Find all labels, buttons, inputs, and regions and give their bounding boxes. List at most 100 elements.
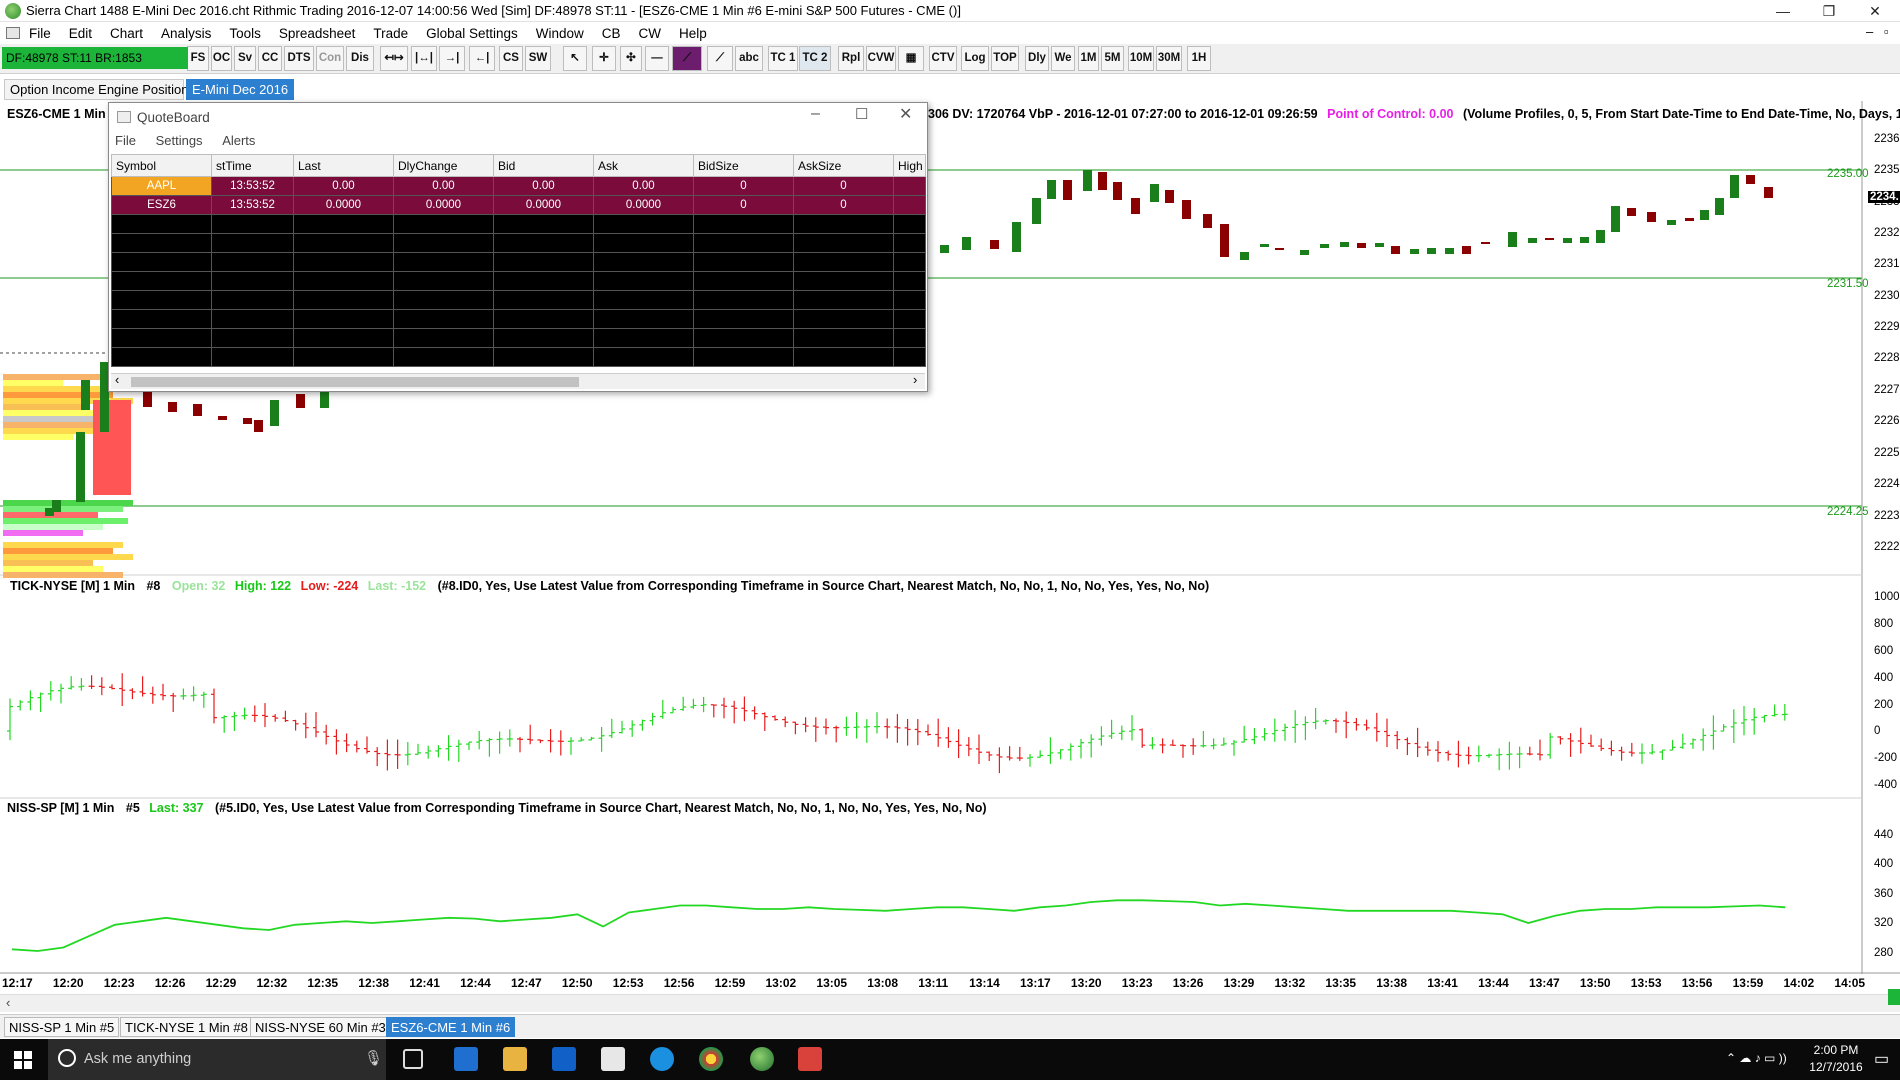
table-row[interactable]: ESZ6 13:53:52 0.0000 0.0000 0.0000 0.0000 0 0 [111,195,926,215]
menu-cw[interactable]: CW [639,22,662,43]
restore-button[interactable]: ❐ [1806,0,1852,22]
inner-minimize-button[interactable]: – [1866,24,1873,39]
toolbar-button-6[interactable]: Dis [346,46,374,71]
menu-spreadsheet[interactable]: Spreadsheet [279,22,356,43]
toolbar-button-15[interactable]: ✣ [620,46,642,71]
table-row-empty[interactable] [111,290,926,310]
table-row-empty[interactable] [111,347,926,367]
qb-col-6[interactable]: BidSize [693,154,794,177]
menu-help[interactable]: Help [679,22,707,43]
menu-analysis[interactable]: Analysis [161,22,211,43]
qb-col-2[interactable]: Last [293,154,394,177]
toolbar-button-24[interactable]: ▦ [898,46,924,71]
toolbar-button-33[interactable]: 30M [1156,46,1182,71]
microphone-icon[interactable]: 🎙 [364,1049,383,1067]
quoteboard-menu-alerts[interactable]: Alerts [222,133,255,148]
qb-col-4[interactable]: Bid [493,154,594,177]
minimize-button[interactable]: — [1760,0,1806,22]
quoteboard-menu-settings[interactable]: Settings [156,133,203,148]
table-row-empty[interactable] [111,252,926,272]
toolbar-button-27[interactable]: TOP [991,46,1019,71]
qb-col-7[interactable]: AskSize [793,154,894,177]
toolbar-button-31[interactable]: 5M [1101,46,1124,71]
quoteboard-menu-file[interactable]: File [115,133,136,148]
toolbar-button-1[interactable]: OC [211,46,232,71]
toolbar-button-34[interactable]: 1H [1187,46,1211,71]
menu-file[interactable]: File [29,22,51,43]
menu-tools[interactable]: Tools [229,22,261,43]
tab-niss-sp[interactable]: NISS-SP 1 Min #5 [4,1017,120,1037]
table-row-empty[interactable] [111,271,926,291]
quoteboard-maximize-button[interactable]: ☐ [855,105,868,123]
sierra-chart-icon[interactable] [750,1047,774,1071]
quoteboard-table[interactable]: Symbol stTime Last DlyChange Bid Ask BidSize As… [111,154,926,367]
edge-icon[interactable] [454,1047,478,1071]
clock-date[interactable]: 12/7/2016 [1806,1060,1866,1074]
tab-option-income[interactable]: Option Income Engine Positions [4,79,195,100]
tab-emini[interactable]: E-Mini Dec 2016 [186,79,295,100]
toolbar-button-2[interactable]: Sv [234,46,256,71]
toolbar-button-26[interactable]: Log [961,46,989,71]
toolbar-button-4[interactable]: DTS [284,46,314,71]
qb-col-1[interactable]: stTime [211,154,294,177]
table-row-empty[interactable] [111,214,926,234]
toolbar-button-32[interactable]: 10M [1128,46,1154,71]
table-row-empty[interactable] [111,309,926,329]
toolbar-button-9[interactable]: →|← [439,46,465,87]
toolbar-button-23[interactable]: CVW [866,46,896,71]
toolbar-button-19[interactable]: abc [735,46,763,71]
toolbar-button-7[interactable]: ↤↦ [380,46,408,71]
scroll-thumb[interactable] [1888,989,1900,1005]
toolbar-button-12[interactable]: SW [525,46,551,71]
menu-cb[interactable]: CB [602,22,621,43]
toolbar-button-14[interactable]: ✛ [592,46,616,71]
menu-chart[interactable]: Chart [110,22,143,43]
toolbar-button-25[interactable]: CTV [929,46,957,71]
quoteboard-window[interactable]: QuoteBoard – ☐ ✕ File Settings Alerts Sy… [108,102,928,392]
windows-start-icon[interactable] [14,1051,32,1069]
menu-trade[interactable]: Trade [373,22,408,43]
store-icon[interactable] [601,1047,625,1071]
toolbar-button-30[interactable]: 1M [1078,46,1099,71]
toolbar-button-17[interactable]: ⟋ [672,46,702,71]
refresh-app-icon[interactable] [650,1047,674,1071]
toolbar-button-11[interactable]: CS [499,46,523,71]
toolbar-button-5[interactable]: Con [316,46,344,71]
qb-col-5[interactable]: Ask [593,154,694,177]
toolbar-button-18[interactable]: ⟋ [707,46,733,71]
toolbar-button-3[interactable]: CC [258,46,282,71]
toolbar-button-13[interactable]: ↖ [563,46,587,71]
tab-esz6-cme[interactable]: ESZ6-CME 1 Min #6 [386,1017,516,1037]
search-box[interactable]: Ask me anything 🎙 [48,1039,386,1080]
clock-time[interactable]: 2:00 PM [1806,1043,1866,1057]
qb-col-8[interactable]: High [893,154,926,177]
toolbar-button-0[interactable]: FS [187,46,209,71]
qb-col-0[interactable]: Symbol [111,154,212,177]
table-row-empty[interactable] [111,328,926,348]
close-button[interactable]: ✕ [1852,0,1898,22]
toolbar-button-21[interactable]: TC 2 [799,46,831,71]
toolbar-button-28[interactable]: Dly [1025,46,1049,71]
qb-col-3[interactable]: DlyChange [393,154,494,177]
table-row-empty[interactable] [111,233,926,253]
toolbar-button-29[interactable]: We [1051,46,1075,71]
menu-edit[interactable]: Edit [69,22,92,43]
tab-tick-nyse[interactable]: TICK-NYSE 1 Min #8 [120,1017,253,1037]
qb-scroll-left-icon[interactable]: ‹ [115,372,119,387]
scroll-left-icon[interactable]: ‹ [6,995,10,1010]
inner-restore-button[interactable]: ▫ [1884,24,1889,39]
quoteboard-close-button[interactable]: ✕ [899,104,912,124]
toolbar-button-20[interactable]: TC 1 [768,46,798,71]
chrome-icon[interactable] [699,1047,723,1071]
qb-scroll-thumb[interactable] [131,377,579,387]
tab-niss-nyse[interactable]: NISS-NYSE 60 Min #3 [250,1017,391,1037]
notifications-icon[interactable]: ▭ [1874,1049,1889,1069]
toolbar-button-16[interactable]: — [645,46,669,71]
child-window-icon[interactable] [6,27,20,39]
toolbar-button-10[interactable]: ←|→ [469,46,495,87]
outlook-icon[interactable] [552,1047,576,1071]
quoteboard-scrollbar[interactable]: ‹ › [111,372,925,389]
toolbar-button-8[interactable]: |↔| [411,46,437,71]
app-icon-red[interactable] [798,1047,822,1071]
tray-icons[interactable]: ⌃ ☁ ♪ ▭ )) [1726,1051,1787,1065]
